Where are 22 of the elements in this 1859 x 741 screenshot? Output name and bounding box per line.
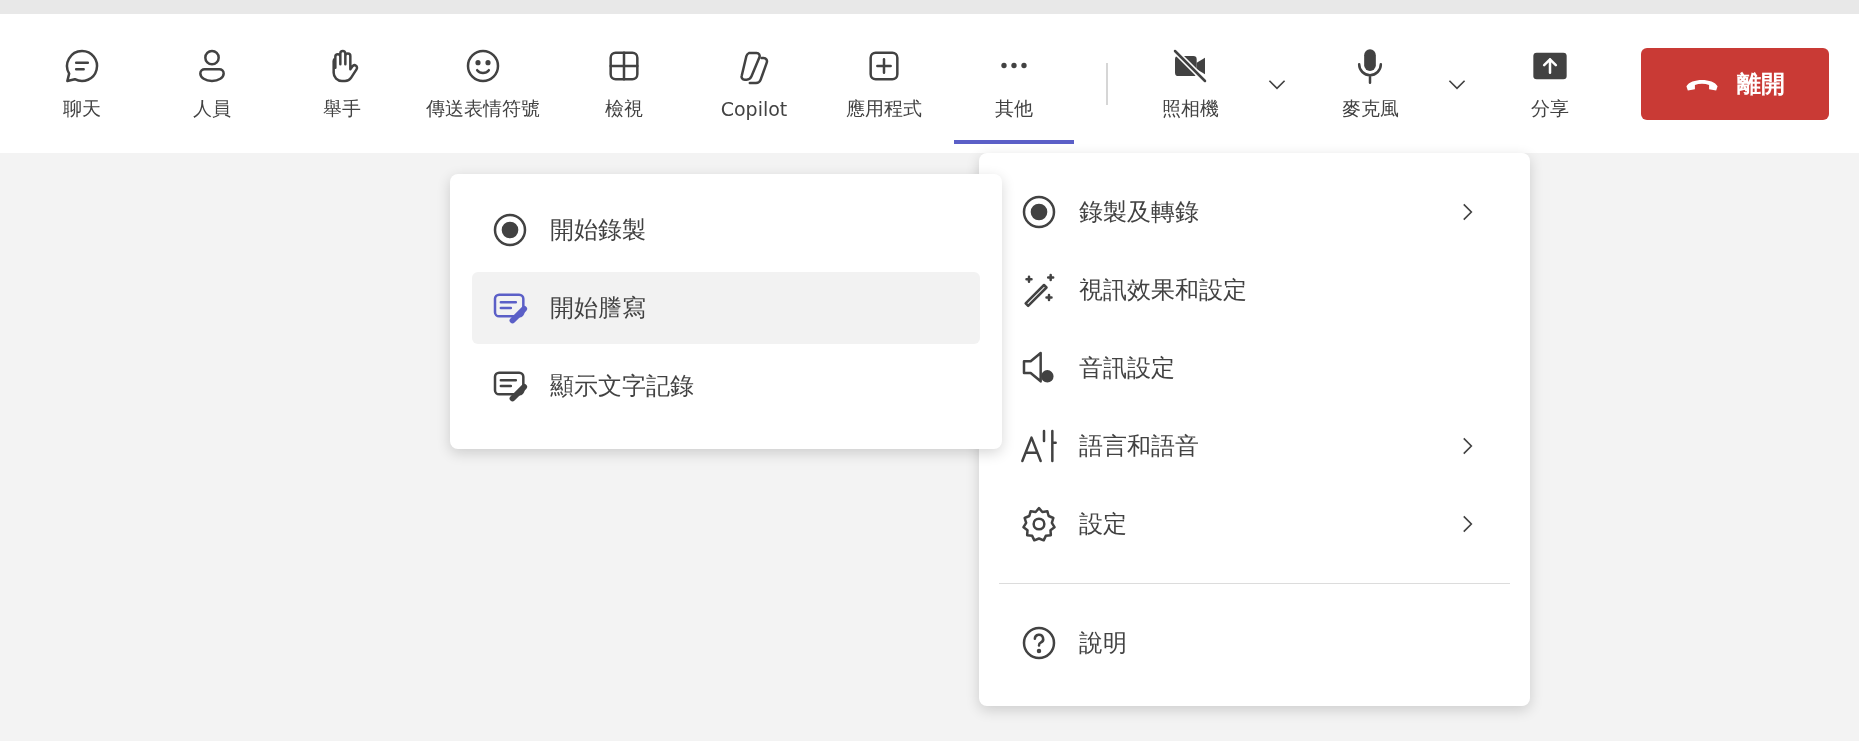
menu-item[interactable]: 顯示文字記錄	[472, 350, 980, 422]
menu-item[interactable]: 開始錄製	[472, 194, 980, 266]
toolbar-button[interactable]: 應用程式	[824, 33, 944, 144]
toolbar-button[interactable]: 人員	[152, 33, 272, 144]
gear-icon	[1019, 504, 1059, 544]
toolbar-button[interactable]: Copilot	[694, 35, 814, 142]
menu-item[interactable]: 音訊設定	[979, 329, 1530, 407]
menu-item[interactable]: 設定	[979, 485, 1530, 563]
toolbar-button[interactable]: 傳送表情符號	[412, 33, 554, 144]
menu-item[interactable]: 語言和語音	[979, 407, 1530, 485]
toolbar-button[interactable]: 其他	[954, 33, 1074, 144]
menu-item[interactable]: 開始謄寫	[472, 272, 980, 344]
toolbar-button[interactable]: 檢視	[564, 33, 684, 144]
toolbar-button[interactable]: 麥克風	[1310, 33, 1430, 144]
toolbar-button[interactable]: 舉手	[282, 33, 402, 144]
menu-item[interactable]: 視訊效果和設定	[979, 251, 1530, 329]
toolbar-button[interactable]: 聊天	[22, 33, 142, 144]
menu-item[interactable]: 錄製及轉錄	[979, 173, 1530, 251]
menu-item[interactable]: 說明	[979, 604, 1530, 682]
leave-button[interactable]: 離開	[1641, 47, 1829, 120]
toolbar-button[interactable]: 照相機	[1130, 33, 1250, 144]
toolbar-button[interactable]: 分享	[1490, 33, 1610, 144]
